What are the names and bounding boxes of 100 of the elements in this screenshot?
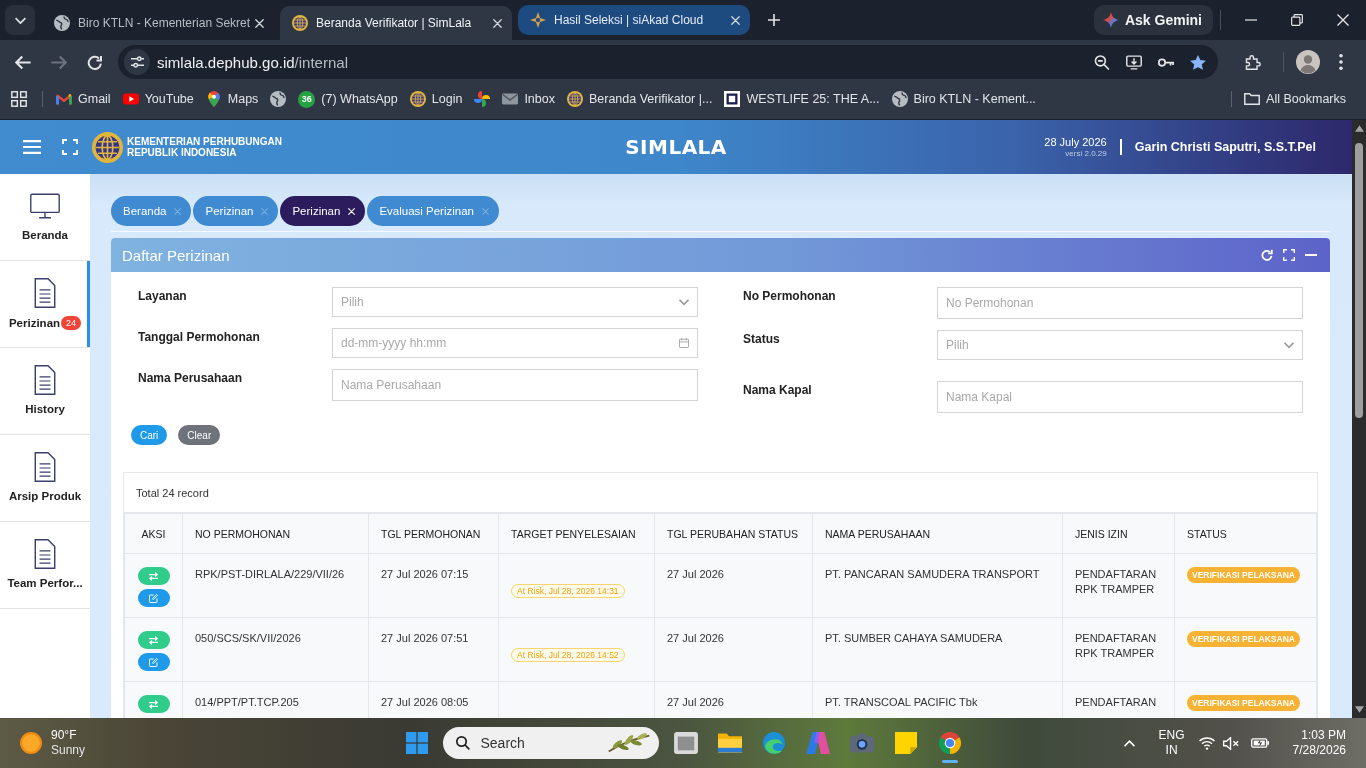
tune-icon [130,56,144,68]
current-date: 28 July 2026 [1044,135,1107,149]
bookmark[interactable]: Inbox [496,84,561,114]
scroll-up-icon[interactable] [1354,125,1364,132]
permit-type: PENDAFTARAN RPK TRAMPER [1075,568,1157,595]
close-icon [1337,14,1349,26]
application-number: 014/PPT/PT.TCP.205 [195,696,299,708]
page-tab[interactable]: Evaluasi Perizinan [367,196,499,226]
bookmark[interactable]: YouTube [116,84,200,114]
bookmark[interactable]: Login [403,84,469,114]
weather-condition: Sunny [51,743,86,758]
folder-icon [717,732,742,754]
company-name: PT. TRANSCOAL PACIFIC Tbk [825,696,978,708]
envelope-icon [502,91,519,107]
edit-button[interactable] [137,589,170,607]
chevron-up-icon[interactable] [1123,739,1135,747]
close-icon[interactable] [731,15,740,25]
text-field[interactable]: Nama Perusahaan [332,369,698,401]
scrollbar[interactable] [1352,120,1366,718]
tricolor-circle-icon [937,732,962,754]
restore-icon [1291,14,1303,26]
expand-icon[interactable] [1283,249,1295,261]
gemini-button[interactable]: Ask Gemini [1093,5,1213,35]
address-bar[interactable]: simlala.dephub.go.id/internal [118,45,1218,79]
profile-avatar[interactable] [1296,50,1320,74]
menu-icon[interactable] [23,140,41,154]
select-field[interactable]: Pilih [937,330,1303,360]
compass-star-icon [530,12,546,28]
select-field[interactable]: Pilih [332,287,698,317]
application-number: RPK/PST-DIRLALA/229/VII/26 [195,568,345,580]
column-header: JENIS IZIN [1062,513,1175,554]
scroll-down-icon[interactable] [1354,706,1364,713]
emblem-icon [409,91,426,107]
scrollbar-thumb[interactable] [1355,143,1363,418]
emblem-icon [292,15,308,31]
plant-icon [606,732,651,753]
field-label: No Permohonan [743,288,837,304]
emblem-icon [566,91,583,107]
refresh-icon[interactable] [1261,249,1273,261]
field-label: Nama Perusahaan [138,370,244,386]
speaker-muted-icon[interactable] [1222,736,1239,750]
search-field[interactable]: Search [442,727,659,759]
globe-icon [54,15,70,31]
page-tab[interactable]: Perizinan [280,196,366,226]
bookmark[interactable]: Gmail [50,84,117,114]
temperature: 90°F [51,728,78,743]
panel-title: Daftar Perizinan [122,246,231,264]
date-time-field[interactable]: dd-mm-yyyy hh:mm [332,328,698,358]
close-icon[interactable] [493,18,502,28]
clock[interactable]: 1:03 PM 7/28/2026 [1292,728,1346,758]
browser-tab[interactable]: Beranda Verifikator | SimLala [280,6,512,40]
page-tab[interactable]: Beranda [111,196,192,226]
application-date: 27 Jul 2026 07:51 [381,632,469,644]
fullscreen-icon[interactable] [62,139,78,155]
globe-icon [270,91,287,107]
status-date: 27 Jul 2026 [667,632,724,644]
column-header: TGL PERUBAHAN STATUS [654,513,813,554]
tab-search-button[interactable] [5,5,35,35]
chevron-down-icon [1284,340,1294,350]
field-label: Nama Kapal [743,382,813,398]
at-risk-badge: At Risk, Jul 28, 2026 14:31 [511,584,625,598]
battery-icon[interactable] [1250,738,1269,748]
minimize-icon [1245,19,1257,21]
weather-widget[interactable]: 90°F Sunny [20,728,86,758]
puzzle-icon [1245,54,1261,70]
language-indicator[interactable]: ENG IN [1158,728,1185,758]
bookmark[interactable]: 36 (7) WhatsApp [292,84,404,114]
bookmark[interactable]: WESTLIFE 25: THE A... [718,84,886,114]
camera-icon [849,732,874,754]
ministry-name: REPUBLIK INDONESIA [127,147,238,158]
close-icon[interactable] [255,18,264,28]
folder-icon [1244,91,1261,107]
site-info-button[interactable] [124,49,150,75]
browser-tab[interactable]: Biro KTLN - Kementerian Sekret [42,6,274,40]
column-header: NAMA PERUSAHAAN [812,513,1063,554]
status-date: 27 Jul 2026 [667,696,724,708]
user-name[interactable]: Garin Christi Saputri, S.S.T.Pel [1134,140,1316,154]
install-icon [1126,54,1142,70]
zoom-out-icon [1094,54,1110,70]
mail-icon [56,91,72,107]
page-tab[interactable]: Perizinan [193,196,279,226]
bookmark[interactable]: Beranda Verifikator |... [560,84,719,114]
swirl-icon [761,732,786,754]
edit-button[interactable] [137,653,170,671]
text-field[interactable]: Nama Kapal [937,381,1303,413]
bookmark[interactable]: Maps [199,84,265,114]
url-text[interactable]: simlala.dephub.go.id/internal [157,53,348,71]
status-date: 27 Jul 2026 [667,568,724,580]
field-label: Layanan [138,288,188,304]
apps-grid-icon[interactable] [11,91,27,107]
clear-button[interactable]: Clear [178,425,221,445]
bookmark[interactable]: Biro KTLN - Kement... [885,84,1042,114]
wifi-icon[interactable] [1198,736,1215,750]
at-risk-badge: At Risk, Jul 28, 2026 14:52 [511,648,625,662]
text-field[interactable]: No Permohonan [937,287,1303,319]
browser-tab[interactable]: Hasil Seleksi | siAkad Cloud [518,5,750,35]
record-count: Total 24 record [136,486,209,499]
company-name: PT. PANCARAN SAMUDERA TRANSPORT [825,568,1040,580]
count-badge: 36 [298,90,316,108]
all-bookmarks-button[interactable]: All Bookmarks [1238,84,1352,114]
